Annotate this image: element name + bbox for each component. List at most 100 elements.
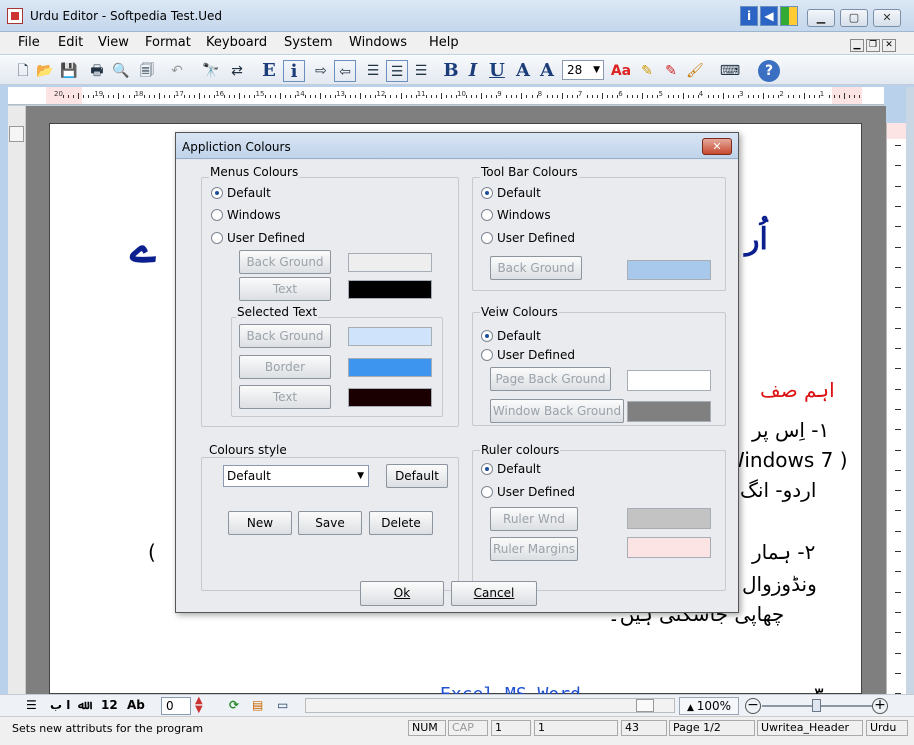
menus-default-radio[interactable]: Default	[211, 186, 271, 200]
underline-icon[interactable]: U	[486, 60, 508, 82]
toolbar-windows-radio[interactable]: Windows	[481, 208, 551, 222]
spin-arrows-icon[interactable]: ▲ ▼	[195, 696, 203, 715]
view-default-radio[interactable]: Default	[481, 329, 541, 343]
maximize-button[interactable]: ▢	[840, 9, 868, 27]
pen-red-icon[interactable]: ✎	[660, 60, 682, 82]
document-line-2: Windows 7 )	[725, 448, 848, 472]
align-left-icon[interactable]: ☰	[410, 60, 432, 82]
menu-format[interactable]: Format	[145, 35, 191, 50]
ruler-number: 14	[295, 90, 305, 98]
zoom-box[interactable]: ▲ 100%	[679, 697, 739, 715]
help-icon[interactable]: ?	[758, 60, 780, 82]
page-back-ground-button[interactable]: Page Back Ground	[490, 367, 611, 391]
menu-view[interactable]: View	[98, 35, 129, 50]
ruler-wnd-button[interactable]: Ruler Wnd	[490, 507, 578, 531]
menus-text-button[interactable]: Text	[239, 277, 331, 301]
menus-user-defined-radio[interactable]: User Defined	[211, 231, 305, 245]
menu-system[interactable]: System	[284, 35, 332, 50]
font-size-select[interactable]: 28 ▼	[562, 60, 604, 80]
open-folder-icon[interactable]: 📂	[34, 60, 56, 82]
page-icon[interactable]: 🗐	[136, 60, 158, 82]
refresh-icon[interactable]: ⟳	[229, 698, 239, 712]
colours-style-select[interactable]: Default ▼	[223, 465, 369, 487]
color-grid-icon[interactable]	[780, 6, 798, 26]
print-preview-icon[interactable]: 🔍	[110, 60, 132, 82]
spin-input[interactable]: 0	[161, 697, 191, 715]
keyboard-icon[interactable]: ⌨	[712, 60, 748, 82]
count-label[interactable]: 12	[101, 698, 118, 712]
align-center-icon[interactable]: ☰	[386, 60, 408, 82]
style-save-button[interactable]: Save	[298, 511, 362, 535]
info-icon[interactable]: i	[740, 6, 758, 26]
style-default-button[interactable]: Default	[386, 464, 448, 488]
minimize-button[interactable]: ▁	[807, 9, 835, 27]
chart-icon[interactable]: ▤	[252, 698, 263, 712]
italic-icon[interactable]: I	[462, 60, 484, 82]
menu-edit[interactable]: Edit	[58, 35, 83, 50]
cancel-button[interactable]: Cancel	[451, 581, 537, 606]
window-back-ground-button[interactable]: Window Back Ground	[490, 399, 624, 423]
font-color-icon[interactable]: Aa	[610, 60, 632, 82]
zoom-in-icon[interactable]: +	[872, 698, 888, 714]
save-icon[interactable]: 💾	[58, 60, 80, 82]
highlight-icon[interactable]: ✎	[636, 60, 658, 82]
menu-file[interactable]: File	[18, 35, 40, 50]
arrow-left-outline-icon[interactable]: ⇦	[334, 60, 356, 82]
chevron-down-icon[interactable]: ▼	[357, 466, 364, 486]
zoom-slider-thumb[interactable]	[812, 699, 821, 712]
ruler-tick	[103, 95, 105, 98]
undo-icon[interactable]: ↶	[166, 60, 188, 82]
window-icon[interactable]: ▭	[277, 698, 288, 712]
ruler-user-defined-radio[interactable]: User Defined	[481, 485, 575, 499]
vertical-scrollbar[interactable]	[8, 106, 26, 694]
info-box-icon[interactable]: i	[283, 60, 305, 82]
toolbar-default-radio[interactable]: Default	[481, 186, 541, 200]
vertical-ruler-tick	[895, 469, 901, 471]
arrow-right-icon[interactable]: ⇨	[310, 60, 332, 82]
brush-icon[interactable]: 🖌	[684, 60, 706, 82]
mdi-restore-button[interactable]: ❐	[866, 39, 880, 52]
replace-icon[interactable]: ⇄	[226, 60, 248, 82]
scroll-thumb[interactable]	[9, 126, 24, 142]
e-icon[interactable]: E	[258, 60, 280, 82]
toolbar-user-defined-radio[interactable]: User Defined	[481, 231, 575, 245]
scroll-thumb[interactable]	[636, 699, 654, 712]
menu-keyboard[interactable]: Keyboard	[206, 35, 267, 50]
alef-button[interactable]: ا ب	[50, 698, 70, 712]
bold-icon[interactable]: B	[440, 60, 462, 82]
grow-font-icon[interactable]: A	[512, 60, 534, 82]
dialog-close-button[interactable]: ✕	[702, 138, 732, 155]
horizontal-scrollbar[interactable]	[305, 698, 675, 713]
view-user-defined-radio[interactable]: User Defined	[481, 348, 575, 362]
close-button[interactable]: ✕	[873, 9, 901, 27]
ruler-margins-button[interactable]: Ruler Margins	[490, 537, 578, 561]
zoom-out-icon[interactable]: −	[745, 698, 761, 714]
style-new-button[interactable]: New	[228, 511, 292, 535]
urdu-glyph-icon[interactable]: ﷲ	[78, 698, 85, 712]
menu-windows[interactable]: Windows	[349, 35, 407, 50]
justify-icon[interactable]: ☰	[26, 698, 37, 712]
style-delete-button[interactable]: Delete	[369, 511, 433, 535]
vertical-ruler[interactable]	[886, 123, 907, 695]
menu-help[interactable]: Help	[429, 35, 459, 50]
find-icon[interactable]: 🔭	[200, 60, 222, 82]
shrink-font-icon[interactable]: A	[536, 60, 558, 82]
mdi-close-button[interactable]: ✕	[882, 39, 896, 52]
menus-back-ground-button[interactable]: Back Ground	[239, 250, 331, 274]
selected-back-ground-button[interactable]: Back Ground	[239, 324, 331, 348]
align-right-icon[interactable]: ☰	[362, 60, 384, 82]
chevron-down-icon[interactable]: ▼	[593, 61, 600, 79]
selected-border-button[interactable]: Border	[239, 355, 331, 379]
arrow-left-icon[interactable]: ◀	[760, 6, 778, 26]
mdi-minimize-button[interactable]: ▁	[850, 39, 864, 52]
toolbar-back-ground-button[interactable]: Back Ground	[490, 256, 582, 280]
horizontal-ruler[interactable]: 20 19 18 17 16 15 14 13 12 11 10 9 8 7 6 5 4 3 2 1	[8, 87, 884, 105]
print-icon[interactable]: 🖶	[86, 60, 108, 82]
app-icon[interactable]	[7, 8, 23, 24]
ok-button[interactable]: Ok	[360, 581, 444, 606]
selected-text-button[interactable]: Text	[239, 385, 331, 409]
ab-button[interactable]: Ab	[127, 698, 145, 712]
new-file-icon[interactable]: 🗋	[12, 60, 34, 82]
menus-windows-radio[interactable]: Windows	[211, 208, 281, 222]
ruler-default-radio[interactable]: Default	[481, 462, 541, 476]
